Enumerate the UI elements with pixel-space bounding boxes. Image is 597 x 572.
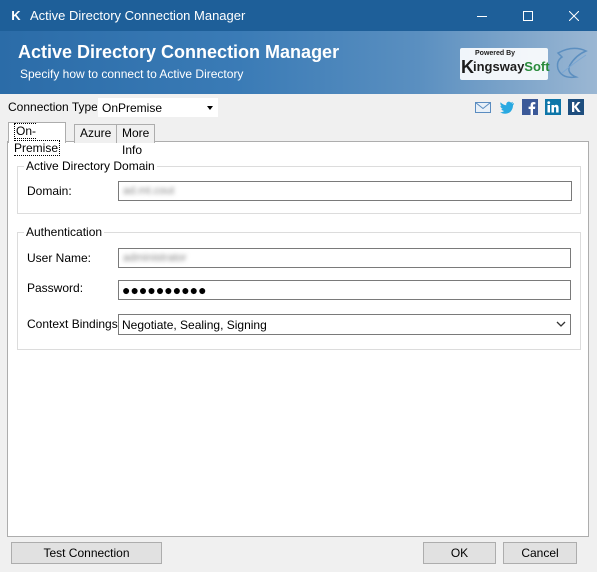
password-label: Password: [27,281,84,295]
connection-type-label: Connection Type: [8,100,102,114]
kingswaysoft-icon[interactable] [568,99,584,115]
username-value: administrator [123,252,187,264]
header-title: Active Directory Connection Manager [18,42,340,62]
tab-azure[interactable]: Azure [74,124,118,143]
logo-brand-accent: Soft [524,59,550,74]
logo-brand-main: ingsway [473,59,525,74]
username-input[interactable]: administrator [118,248,571,268]
authentication-group-legend: Authentication [24,225,105,239]
header-subtitle: Specify how to connect to Active Directo… [20,67,244,81]
password-value: ●●●●●●●●●● [122,282,207,298]
tab-azure-label: Azure [80,126,112,140]
test-connection-button[interactable]: Test Connection [11,542,162,564]
tab-more-info[interactable]: More Info [116,124,156,157]
authentication-group: Authentication User Name: administrator … [17,225,581,350]
domain-label: Domain: [27,184,72,198]
logo-brand: ingswaySoft [473,59,550,75]
context-bindings-value: Negotiate, Sealing, Signing [122,318,267,332]
ad-domain-group-legend: Active Directory Domain [24,159,157,173]
ok-button[interactable]: OK [423,542,496,564]
close-icon [569,10,579,21]
maximize-icon [523,10,533,21]
powered-by-text: Powered By [475,50,516,57]
domain-value: ad.mt.cout [123,185,175,197]
username-label: User Name: [27,251,92,265]
tab-on-premise[interactable]: On-Premise [8,122,66,156]
title-bar[interactable]: K Active Directory Connection Manager [0,0,597,31]
window-title: Active Directory Connection Manager [30,8,246,23]
kingswaysoft-app-icon: K [11,8,21,23]
connection-type-select[interactable]: OnPremise [97,97,219,118]
minimize-icon [477,15,487,17]
email-icon[interactable] [475,99,491,115]
ad-domain-group: Active Directory Domain Domain: ad.mt.co… [17,159,581,214]
context-bindings-label: Context Bindings: [27,317,122,331]
close-button[interactable] [551,0,597,31]
header-banner: Active Directory Connection Manager Spec… [0,31,597,94]
facebook-icon[interactable] [522,99,538,115]
minimize-button[interactable] [459,0,505,31]
tab-panel-on-premise: Active Directory Domain Domain: ad.mt.co… [7,141,589,537]
chevron-down-icon [556,321,566,327]
cancel-button[interactable]: Cancel [503,542,577,564]
twitter-icon[interactable] [499,99,515,115]
password-input[interactable]: ●●●●●●●●●● [118,280,571,300]
kingswaysoft-logo: Powered By K ingswaySoft [458,43,590,87]
context-bindings-select[interactable]: Negotiate, Sealing, Signing [118,314,571,335]
tab-on-premise-label: On-Premise [14,123,61,156]
connection-type-value: OnPremise [102,101,163,115]
linkedin-icon[interactable] [545,99,561,115]
maximize-button[interactable] [505,0,551,31]
domain-input[interactable]: ad.mt.cout [118,181,572,201]
dropdown-arrow-icon [207,106,213,110]
